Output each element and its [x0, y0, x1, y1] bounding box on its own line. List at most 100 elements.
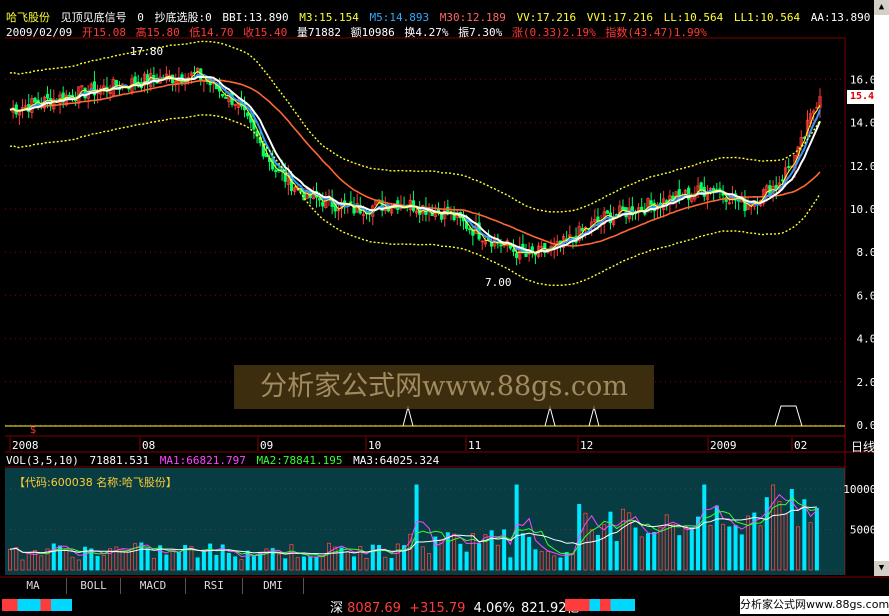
time-axis-label: 09 [260, 439, 273, 452]
volume-bar [764, 497, 769, 571]
market-breadth-bar-2 [565, 599, 635, 611]
volume-bar [477, 543, 482, 571]
volume-bar [283, 558, 288, 571]
candle-body [515, 253, 519, 258]
volume-bar [314, 556, 319, 571]
m30-line [9, 79, 821, 247]
candle-body [67, 94, 72, 97]
time-axis-label: 2008 [12, 439, 39, 452]
high-mark: 17.80 [130, 45, 163, 58]
volume-bar [339, 547, 344, 571]
volume-bar [652, 532, 657, 571]
candle-body [246, 112, 250, 117]
volume-bar [352, 556, 357, 571]
volume-bar [533, 549, 538, 571]
volume-bar [201, 549, 206, 571]
time-axis-label: 11 [468, 439, 481, 452]
scroll-down-icon[interactable]: ▼ [874, 561, 889, 576]
volume-bar [814, 507, 819, 571]
candle-body [699, 182, 703, 191]
vertical-scrollbar[interactable]: ▲ ▼ [874, 0, 889, 576]
candles [11, 66, 822, 266]
site-badge[interactable]: 分析家公式网www.88gs.com [740, 596, 889, 614]
volume-bar [733, 525, 738, 571]
volume-bar [176, 552, 181, 571]
m3-line [9, 70, 821, 254]
candle-body [677, 189, 681, 196]
volume-bar [558, 557, 563, 571]
volume-bar [195, 557, 200, 571]
volume-bar [308, 556, 313, 571]
time-axis: 2008 08 09 10 11 12 2009 02 [9, 437, 807, 452]
candle-body [511, 249, 516, 252]
volume-bar [464, 551, 469, 571]
scroll-up-icon[interactable]: ▲ [874, 0, 889, 15]
index-quote: 深 8087.69 +315.79 4.06% 821.92亿 [330, 597, 580, 616]
vol-ma1: MA1:66821.797 [159, 454, 246, 467]
volume-bar [633, 527, 638, 571]
volume-bar [233, 556, 238, 571]
volume-bar [301, 556, 306, 571]
candle-body [621, 206, 625, 211]
volume-bar [164, 554, 169, 571]
dollar-icon: $ [30, 425, 36, 436]
volume-bar [520, 533, 525, 571]
volume-bar [689, 527, 694, 571]
volume-bar [727, 526, 732, 571]
volume-bar [614, 541, 619, 571]
volume-bar [389, 558, 394, 571]
tab-boll[interactable]: BOLL [67, 578, 121, 594]
main-chart[interactable]: 16.0014.0012.0010.008.006.004.002.000.00… [0, 0, 889, 614]
volume-bar [458, 543, 463, 571]
m5-line [9, 73, 821, 255]
volume-bar [51, 543, 56, 571]
volume-bar [370, 544, 375, 571]
volume-bar [251, 556, 256, 571]
tab-dmi[interactable]: DMI [243, 578, 304, 594]
candle-body [45, 93, 50, 99]
time-axis-label: 08 [142, 439, 155, 452]
volume-bar [527, 536, 532, 571]
candle-body [640, 206, 644, 211]
candle-body [499, 244, 503, 247]
volume-bar [739, 534, 744, 571]
candle-body [580, 227, 584, 232]
candle-body [274, 169, 278, 173]
candle-body [321, 201, 325, 207]
watermark: 分析家公式网www.88gs.com [234, 365, 654, 409]
volume-bar [208, 543, 213, 571]
vol-ma3: MA3:64025.324 [353, 454, 440, 467]
time-axis-label: 02 [794, 439, 807, 452]
volume-bar [677, 535, 682, 571]
candle-body [468, 228, 472, 231]
tab-ma[interactable]: MA [0, 578, 67, 594]
candle-body [224, 96, 228, 99]
tab-macd[interactable]: MACD [121, 578, 186, 594]
vol-ma2: MA2:78841.195 [256, 454, 343, 467]
volume-bar [608, 511, 613, 571]
volume-bar [508, 557, 513, 571]
signal-spike [774, 405, 803, 427]
period-label[interactable]: 日线 [851, 438, 875, 455]
volume-bar [645, 533, 650, 571]
bbi-line [9, 75, 821, 254]
tab-rsi[interactable]: RSI [186, 578, 243, 594]
candle-body [643, 212, 647, 215]
candle-body [787, 166, 791, 168]
candle-body [649, 200, 653, 205]
time-axis-label: 2009 [710, 439, 737, 452]
signal-spike [402, 405, 414, 427]
candle-body [33, 97, 37, 103]
time-axis-label: 10 [368, 439, 381, 452]
status-bar: 深 8087.69 +315.79 4.06% 821.92亿 分析家公式网ww… [0, 596, 889, 616]
volume-bar [714, 505, 719, 571]
volume-bar [145, 548, 150, 571]
signal-line [5, 405, 845, 427]
market-breadth-bar [2, 599, 72, 611]
volume-bar [95, 555, 100, 571]
candle-body [349, 201, 353, 204]
signal-spike [588, 405, 600, 427]
volume-bar [214, 554, 219, 571]
candle-body [221, 93, 225, 97]
candle-body [439, 214, 444, 220]
